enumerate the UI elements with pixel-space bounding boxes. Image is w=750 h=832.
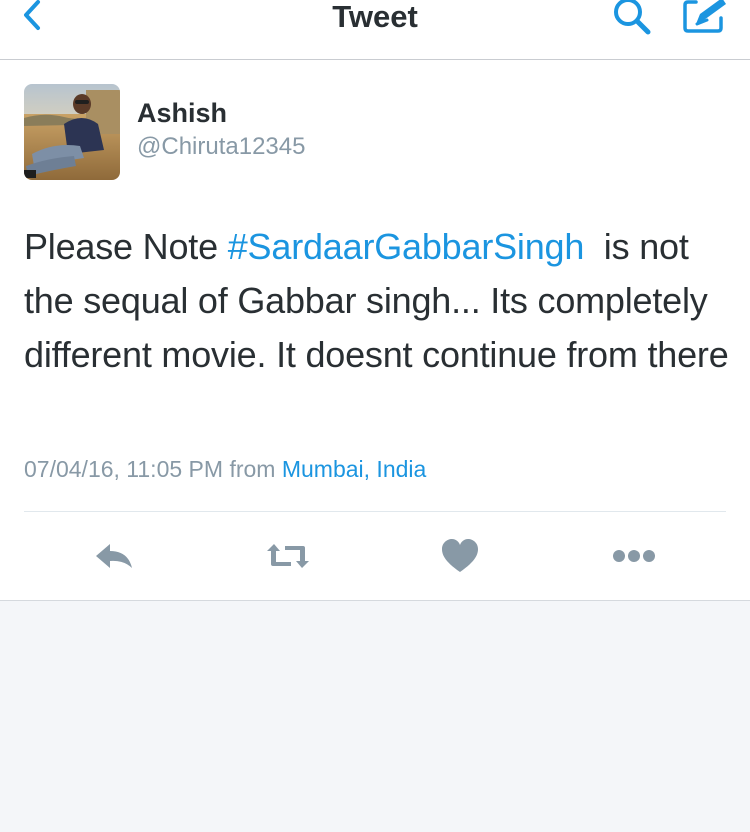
retweet-button[interactable] bbox=[258, 534, 318, 578]
reply-button[interactable] bbox=[84, 534, 144, 578]
navigation-bar: Tweet bbox=[0, 0, 750, 60]
tweet-card: Ashish @Chiruta12345 Please Note #Sardaa… bbox=[0, 60, 750, 601]
back-button[interactable] bbox=[12, 0, 52, 36]
more-button[interactable] bbox=[604, 534, 664, 578]
author-name[interactable]: Ashish bbox=[137, 98, 227, 129]
heart-icon bbox=[442, 539, 478, 572]
reply-icon bbox=[96, 544, 132, 568]
more-icon bbox=[613, 550, 655, 562]
chevron-left-icon bbox=[24, 0, 40, 30]
avatar[interactable] bbox=[24, 84, 120, 180]
compose-icon bbox=[683, 0, 726, 33]
search-icon bbox=[614, 0, 651, 35]
location-link[interactable]: Mumbai, India bbox=[282, 456, 426, 482]
avatar-photo bbox=[24, 84, 120, 180]
tweet-timestamp: 07/04/16, 11:05 PM bbox=[24, 456, 224, 482]
search-button[interactable] bbox=[608, 0, 658, 38]
from-label: from bbox=[229, 456, 276, 482]
tweet-text-part1: Please Note bbox=[24, 226, 228, 267]
tweet-detail-screen: Tweet Ashish @Chiruta12345 Please Note #… bbox=[0, 0, 750, 832]
author-handle[interactable]: @Chiruta12345 bbox=[137, 133, 305, 161]
hashtag-link[interactable]: #SardaarGabbarSingh bbox=[228, 226, 585, 267]
compose-button[interactable] bbox=[680, 0, 730, 38]
divider bbox=[24, 511, 726, 512]
tweet-text: Please Note #SardaarGabbarSingh is not t… bbox=[24, 220, 734, 382]
retweet-icon bbox=[267, 544, 309, 568]
tweet-meta: 07/04/16, 11:05 PM from Mumbai, India bbox=[24, 456, 426, 483]
like-button[interactable] bbox=[430, 534, 490, 578]
